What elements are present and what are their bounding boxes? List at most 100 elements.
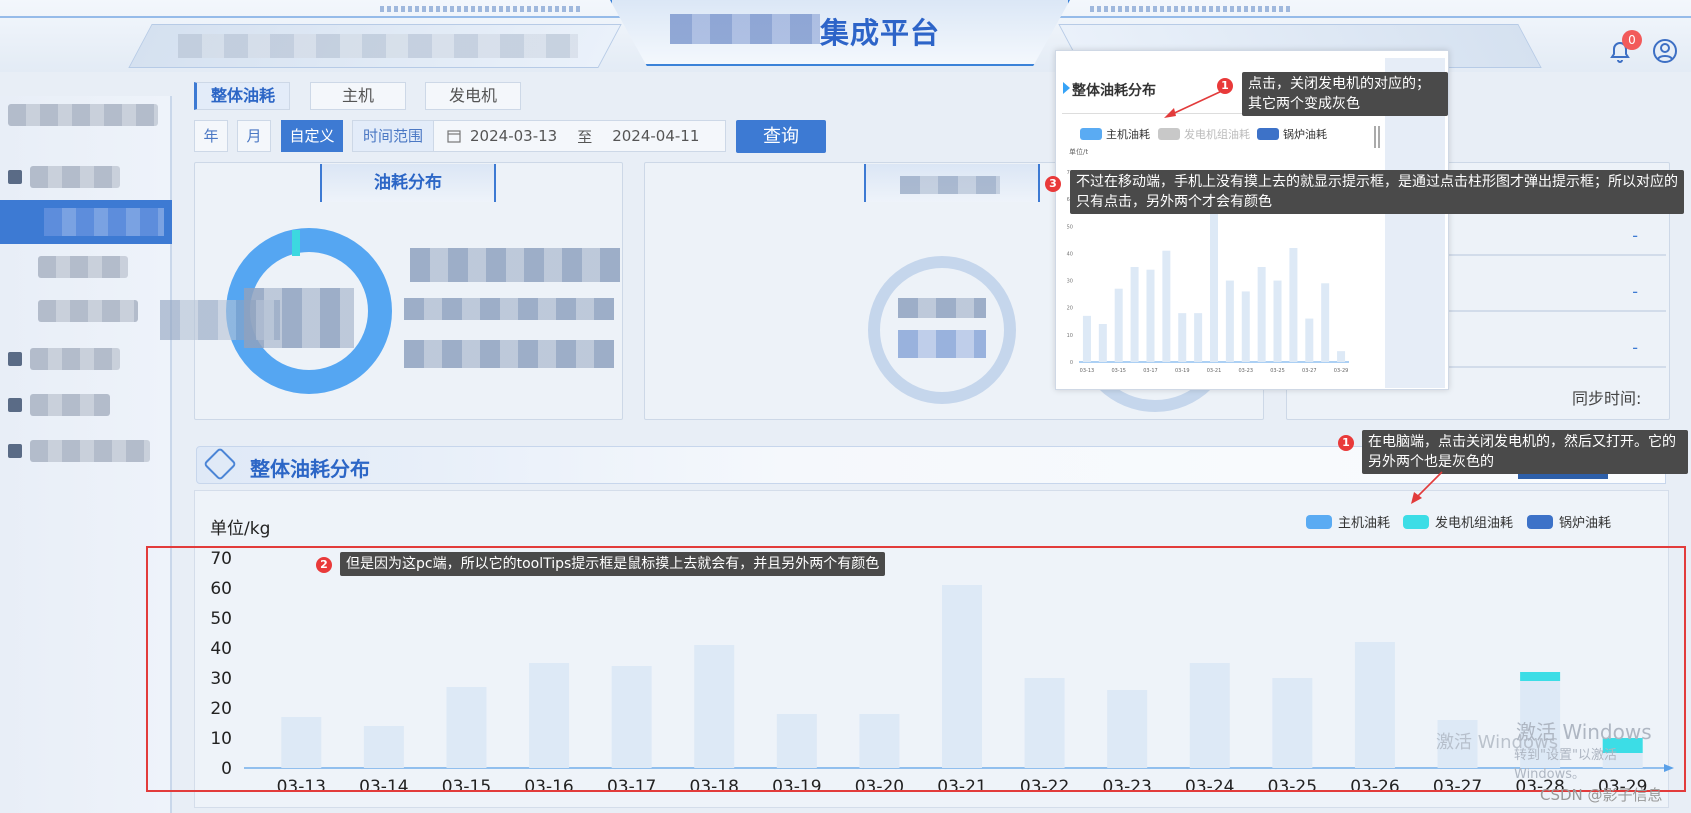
org-chart-icon [8,398,22,412]
query-button[interactable]: 查询 [736,120,826,153]
annotation-note-2: 但是因为这pc端，所以它的toolTips提示框是鼠标摸上去就会有，并且另外两个… [340,552,886,576]
section-title: 整体油耗分布 [250,457,370,481]
mini-y-tick: 30 [1067,279,1073,285]
popup-title: 整体油耗分布 [1072,83,1156,99]
ring-value-blurred [898,298,986,318]
sidebar-item-2[interactable] [8,162,120,192]
info-value-2: - [1632,282,1638,301]
sidebar-label-blurred [30,348,120,370]
sidebar-label-blurred [30,440,150,462]
sidebar-label-blurred [30,166,120,188]
tab-host[interactable]: 主机 [310,82,406,110]
legend-row-blurred [410,248,620,282]
mini-x-tick: 03-13 [1080,368,1095,374]
mini-bar[interactable] [1321,283,1330,362]
info-value-1: - [1632,226,1638,245]
annotation-frame [146,546,1686,792]
popup-legend-host-swatch [1080,128,1102,140]
app-title: 集成平台 [820,16,941,50]
mini-bar[interactable] [1257,267,1266,362]
y-axis-unit: 单位/kg [210,519,270,539]
sync-time-label: 同步时间: [1572,389,1642,408]
mini-bar[interactable] [1162,250,1171,362]
ring-value-blurred [898,330,986,358]
popup-scroll-handle[interactable] [1374,126,1380,148]
sidebar-subitem-2[interactable] [38,252,128,282]
mini-x-tick: 03-29 [1334,368,1349,374]
sidebar-item-4[interactable] [8,390,110,420]
filter-month-button[interactable]: 月 [237,120,271,152]
annotation-note-1-pc: 在电脑端，点击关闭发电机的，然后又打开。它的 另外两个也是灰色的 [1362,430,1688,474]
date-range-picker[interactable]: 时间范围 2024-03-13 至 2024-04-11 [352,120,726,152]
filter-custom-button[interactable]: 自定义 [281,120,343,152]
end-date[interactable]: 2024-04-11 [612,127,699,145]
mini-y-tick: 10 [1067,333,1073,339]
mini-bar[interactable] [1241,291,1250,362]
title-blurred [670,14,820,44]
sidebar-label-blurred [38,300,138,322]
popup-title-marker [1063,82,1070,94]
tab-generator[interactable]: 发电机 [425,82,521,110]
sidebar-item-3[interactable] [8,344,120,374]
sidebar-item-1[interactable] [8,100,158,130]
mini-y-tick: 0 [1070,360,1073,366]
mini-bar[interactable] [1114,288,1123,362]
start-date[interactable]: 2024-03-13 [470,127,557,145]
mini-x-tick: 03-21 [1207,368,1222,374]
popup-legend-boiler[interactable]: 锅炉油耗 [1257,126,1327,142]
popup-legend-generator-swatch [1158,128,1180,140]
overlay-blurred [160,300,280,340]
mini-x-tick: 03-27 [1302,368,1317,374]
sidebar-label-blurred [8,104,158,126]
mini-x-tick: 03-23 [1238,368,1253,374]
sidebar-label-blurred [38,256,128,278]
mini-bar[interactable] [1210,196,1218,362]
mini-bar[interactable] [1225,280,1234,362]
mini-bar[interactable] [1146,269,1155,362]
tab-overall[interactable]: 整体油耗 [194,82,290,110]
mini-bar[interactable] [1194,313,1203,362]
legend-row-blurred [404,298,614,320]
header-stripe-left [380,6,580,12]
popup-legend-generator-label: 发电机组油耗 [1184,128,1250,141]
mini-y-tick: 50 [1067,224,1073,230]
mini-y-unit: 单位/t [1069,148,1088,156]
mini-bar[interactable] [1082,315,1091,362]
notification-badge: 0 [1622,30,1642,50]
mini-y-tick: 40 [1067,251,1073,257]
windows-watermark-subtitle: 转到"设置"以激活 Windows。 [1514,748,1617,782]
mini-bar[interactable] [1273,280,1282,362]
date-range-label: 时间范围 [353,121,435,151]
calendar-icon [447,130,461,143]
mini-bar[interactable] [1098,324,1107,362]
mini-bar[interactable] [1337,351,1346,362]
popup-legend-boiler-swatch [1257,128,1279,140]
popup-legend-host[interactable]: 主机油耗 [1080,126,1150,142]
header-stripe-right [1090,6,1290,12]
sidebar-active-label-blurred [44,208,164,236]
books-icon [8,352,22,366]
popup-legend-host-label: 主机油耗 [1106,128,1150,141]
mini-bar[interactable] [1130,267,1139,362]
mini-x-tick: 03-25 [1270,368,1285,374]
annotation-number-2: 2 [316,557,332,573]
mini-bar[interactable] [1289,248,1298,362]
mini-bar[interactable] [1178,313,1187,362]
sidebar-item-5[interactable] [8,436,150,466]
annotation-arrow-2 [1411,471,1443,504]
mini-x-tick: 03-17 [1143,368,1158,374]
header-left-nav-blurred [178,34,578,58]
annotation-arrow-1 [1164,89,1225,118]
csdn-watermark: CSDN @影子信息 [1540,786,1663,804]
mini-bar[interactable] [1305,318,1314,362]
summary-title-blurred [900,176,1000,194]
annotation-number-1-pc: 1 [1338,435,1354,451]
filter-year-button[interactable]: 年 [194,120,228,152]
mini-y-tick: 20 [1067,306,1073,312]
user-icon[interactable] [1652,38,1678,64]
info-value-3: - [1632,338,1638,357]
mini-x-tick: 03-15 [1111,368,1126,374]
popup-legend-generator[interactable]: 发电机组油耗 [1158,126,1250,142]
annotation-number-3: 3 [1045,176,1061,192]
sidebar-subitem-3[interactable] [38,296,138,326]
